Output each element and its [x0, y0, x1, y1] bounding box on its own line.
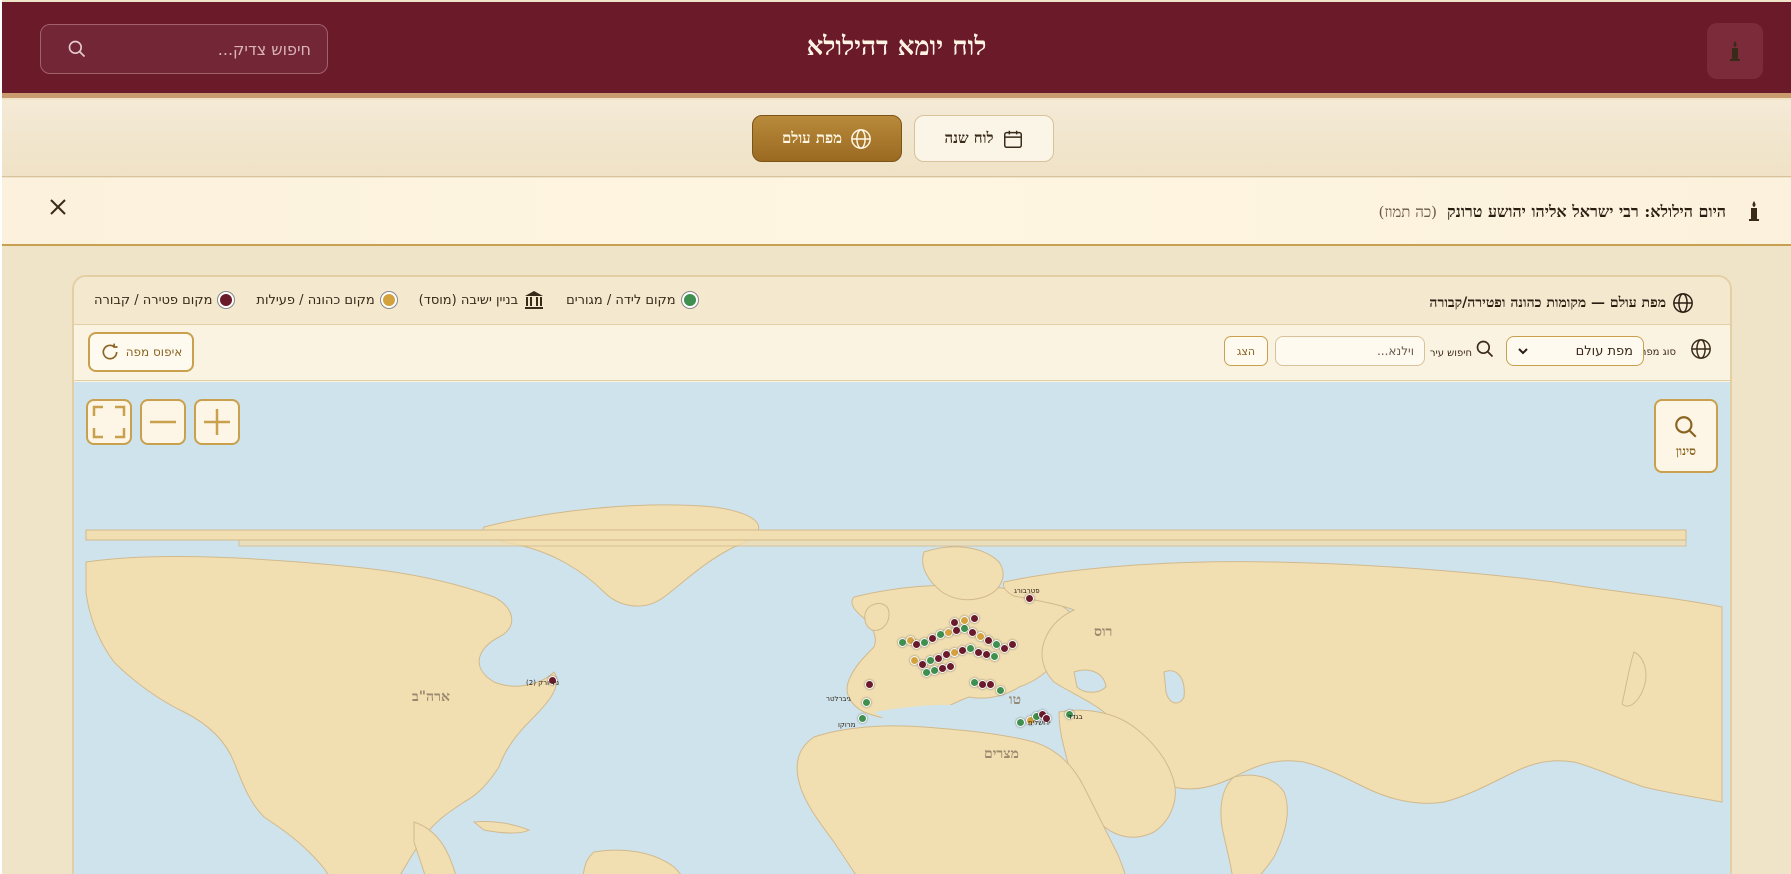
city-search-input[interactable]: וילנא... [1275, 336, 1425, 366]
marker-label: גיברלטר [826, 695, 851, 703]
fullscreen-icon [92, 405, 126, 439]
map-marker-death[interactable] [1007, 639, 1017, 649]
label-egypt: מצרים [984, 746, 1019, 762]
map-toolbar: סוג מפה מפת עולם חיפוש עיר וילנא... הצג … [74, 325, 1730, 381]
map-marker-service[interactable] [959, 615, 969, 625]
legend-birth: מקום לידה / מגורים [566, 292, 698, 308]
search-icon [1675, 415, 1697, 438]
calendar-icon [1003, 130, 1022, 148]
app-header: לוח יומא דהילולא [2, 2, 1791, 98]
search-icon [1476, 340, 1494, 358]
map-marker-birth[interactable] [857, 713, 867, 723]
fullscreen-button[interactable] [86, 399, 132, 445]
city-search-label: חיפוש עיר [1429, 348, 1472, 359]
label-russia: רוס [1094, 624, 1113, 640]
reset-map-button[interactable]: איפוס מפה [88, 332, 194, 372]
map-marker-death[interactable] [969, 613, 979, 623]
marker-label: ירושלים [1028, 719, 1051, 727]
map-marker-birth[interactable] [1015, 717, 1025, 727]
filter-button[interactable]: סינון [1654, 399, 1718, 473]
tab-year-calendar-label: לוח שנה [944, 129, 994, 147]
city-placeholder: וילנא... [1376, 344, 1414, 358]
globe-icon [851, 128, 871, 149]
map-type-label: סוג מפה [1639, 347, 1676, 358]
legend-service-label: מקום כהונה / פעילות [256, 292, 375, 308]
page-title: לוח יומא דהילולא [806, 32, 987, 62]
plus-icon [204, 409, 230, 435]
view-switcher: מפת עולם לוח שנה [2, 100, 1791, 177]
filter-label: סינון [1676, 443, 1697, 458]
close-icon[interactable] [48, 197, 68, 217]
legend-birth-label: מקום לידה / מגורים [566, 292, 676, 308]
zoom-in-button[interactable] [194, 399, 240, 445]
map-marker-death[interactable] [949, 617, 959, 627]
candle-icon [1749, 201, 1759, 221]
birth-dot [681, 292, 698, 308]
candle-button[interactable] [1707, 23, 1763, 79]
map-marker-death[interactable] [864, 679, 874, 689]
map-marker-death[interactable] [945, 661, 955, 671]
globe-icon [1673, 293, 1693, 313]
map-marker-birth[interactable] [989, 651, 999, 661]
marker-label: ניו יורק (2) [526, 679, 560, 687]
reset-button-label: איפוס מפה [125, 345, 183, 359]
map-legend: מקום לידה / מגורים בניין ישיבה (מוסד) מק… [94, 290, 698, 310]
tab-year-calendar[interactable]: לוח שנה [914, 115, 1054, 162]
card-title: מפת עולם — מקומות כהונה ופטירה/קבורה [1429, 292, 1694, 314]
candle-icon [1730, 41, 1740, 61]
minus-icon [150, 420, 176, 424]
show-button-label: הצג [1236, 344, 1256, 358]
world-map-card: מפת עולם — מקומות כהונה ופטירה/קבורה מקו… [72, 275, 1732, 874]
marker-label: פטרבורג [1014, 587, 1040, 595]
tab-world-map[interactable]: מפת עולם [752, 115, 902, 162]
globe-icon [1691, 339, 1711, 359]
label-turkey: טו [1009, 692, 1022, 708]
label-usa: ארה"ב [412, 689, 450, 705]
world-map-land [85, 504, 1723, 874]
hilula-announcement: היום הילולא: רבי ישראל אליהו יהושע טרונק… [2, 178, 1791, 246]
death-dot [218, 292, 235, 308]
legend-service: מקום כהונה / פעילות [256, 292, 397, 308]
refresh-icon [102, 343, 118, 360]
tab-world-map-label: מפת עולם [781, 129, 843, 147]
chevron-down-icon [1518, 348, 1528, 355]
map-type-value: מפת עולם [1575, 343, 1633, 359]
map-marker-death[interactable] [985, 679, 995, 689]
show-city-button[interactable]: הצג [1224, 336, 1268, 366]
service-dot [380, 292, 397, 308]
zoom-out-button[interactable] [140, 399, 186, 445]
announcement-text: היום הילולא: רבי ישראל אליהו יהושע טרונק… [1379, 202, 1726, 222]
legend-yeshiva-label: בניין ישיבה (מוסד) [418, 292, 519, 308]
marker-label: בגדד [1068, 713, 1083, 721]
legend-death-label: מקום פטירה / קבורה [94, 292, 213, 308]
map-marker-birth[interactable] [995, 685, 1005, 695]
card-header: מפת עולם — מקומות כהונה ופטירה/קבורה מקו… [74, 277, 1730, 325]
card-title-text: מפת עולם — מקומות כהונה ופטירה/קבורה [1429, 294, 1666, 311]
building-icon [525, 291, 544, 309]
world-map[interactable]: ארה"ב רוס מצרים טו פטרבורג ניו יורק (2) … [74, 382, 1730, 874]
announcement-date: (כה תמוז) [1378, 203, 1438, 221]
map-marker-birth[interactable] [861, 697, 871, 707]
legend-death: מקום פטירה / קבורה [94, 292, 235, 308]
announcement-label: היום הילולא: רבי ישראל אליהו יהושע טרונק [1447, 202, 1726, 221]
map-type-select[interactable]: מפת עולם [1506, 336, 1644, 366]
marker-label: מרוקו [838, 721, 856, 729]
legend-yeshiva: בניין ישיבה (מוסד) [419, 290, 544, 310]
